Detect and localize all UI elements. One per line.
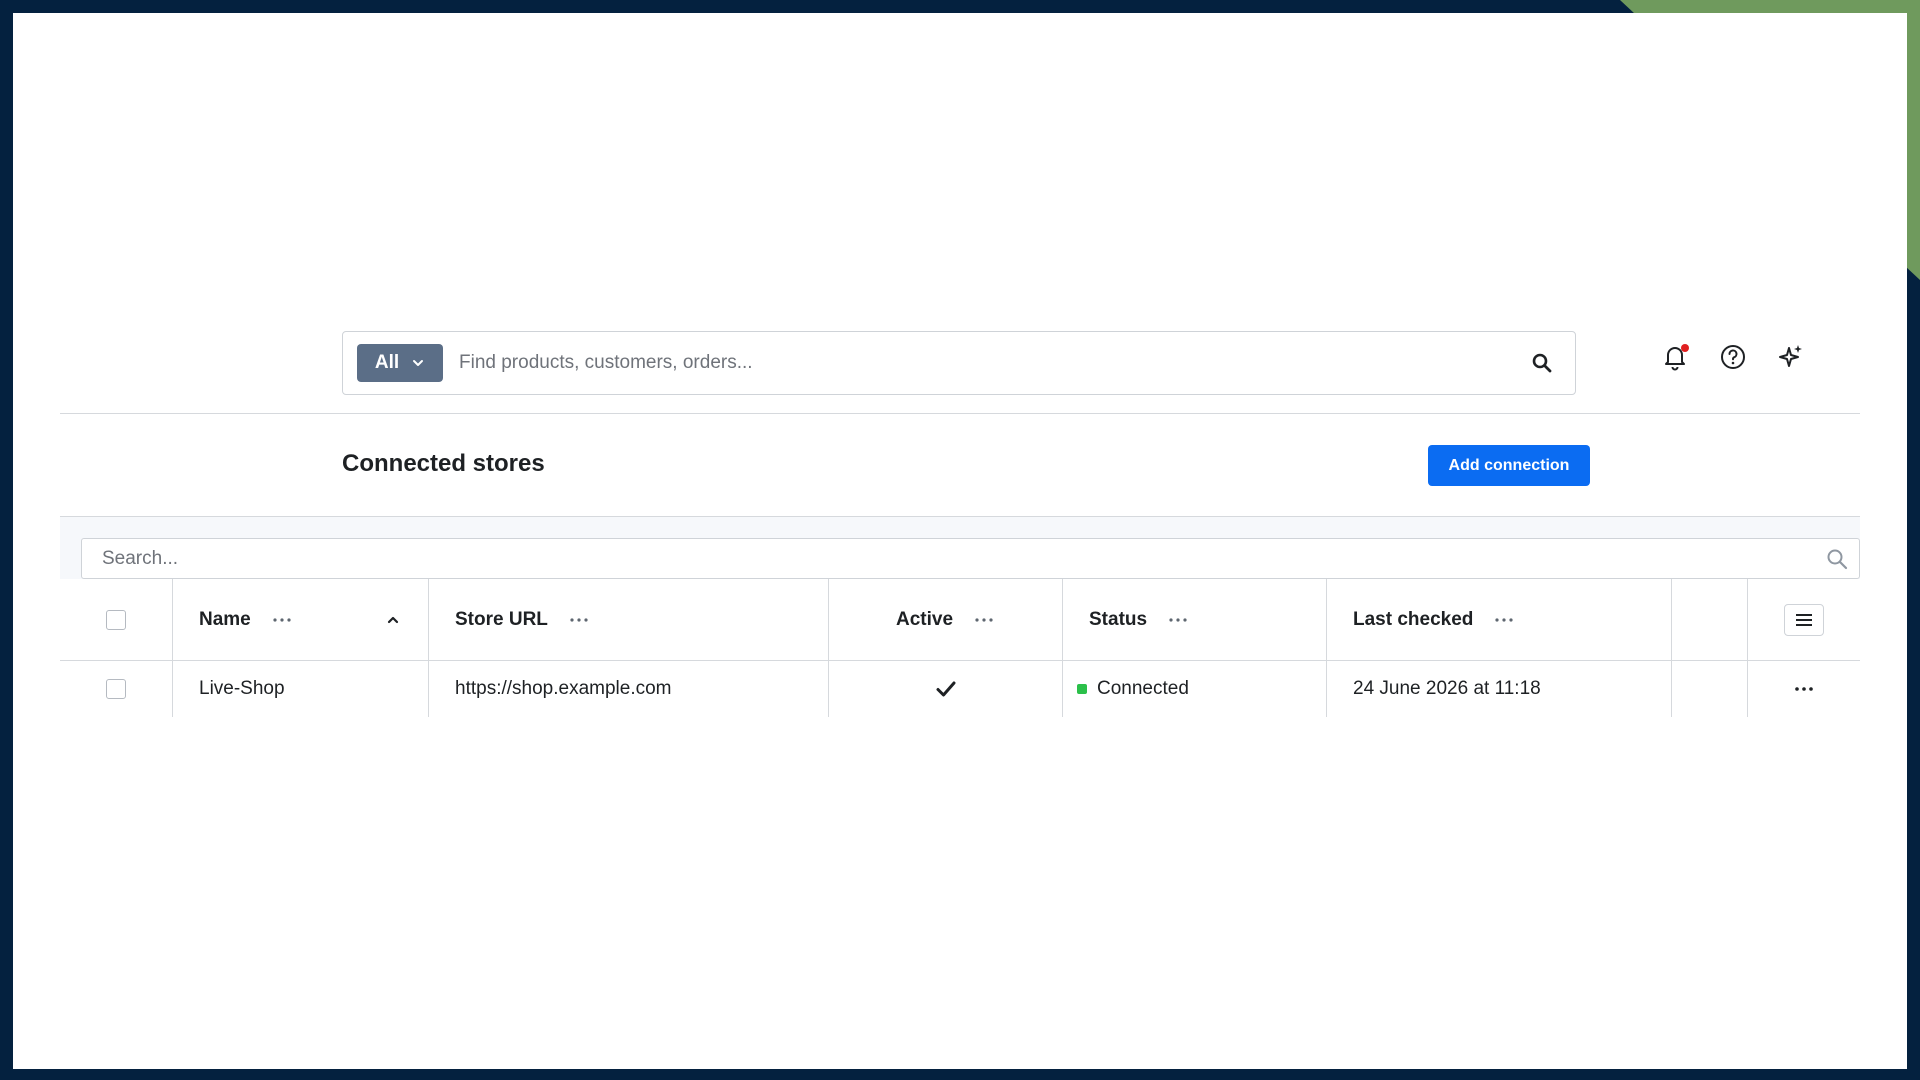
scope-select[interactable]: All (357, 344, 443, 382)
cell-spacer (1672, 661, 1748, 717)
column-options-button[interactable] (1167, 613, 1189, 627)
column-header-active[interactable]: Active (829, 579, 1063, 660)
select-all-checkbox[interactable] (106, 609, 126, 630)
cell-status: Connected (1063, 661, 1327, 717)
more-horizontal-icon (1169, 617, 1187, 622)
stores-table: Name Store URL Active Status Last checke… (60, 579, 1860, 717)
cell-last-checked: 24 June 2026 at 11:18 (1327, 661, 1672, 717)
store-name: Live-Shop (199, 678, 285, 699)
status-text: Connected (1097, 678, 1189, 699)
scope-select-value: All (374, 352, 400, 373)
more-horizontal-icon (273, 617, 291, 622)
column-header-status[interactable]: Status (1063, 579, 1327, 660)
column-label: Name (199, 608, 251, 630)
row-actions-button[interactable] (1790, 680, 1818, 698)
add-connection-button[interactable]: Add connection (1428, 445, 1590, 486)
column-label: Active (895, 608, 954, 630)
more-horizontal-icon (570, 617, 588, 622)
chevron-down-icon (413, 360, 424, 366)
global-search: All (342, 331, 1576, 395)
column-options-button[interactable] (973, 613, 995, 627)
grid-search-input[interactable] (102, 545, 1782, 573)
row-select-cell (60, 661, 173, 717)
help-button[interactable] (1718, 337, 1748, 377)
column-header-name[interactable]: Name (173, 579, 429, 660)
column-header-spacer (1672, 579, 1748, 660)
global-search-button[interactable] (1527, 348, 1557, 378)
row-checkbox[interactable] (106, 679, 126, 699)
table-row[interactable]: Live-Shop https://shop.example.com Conne… (60, 661, 1860, 717)
more-horizontal-icon (1795, 687, 1813, 691)
hamburger-menu-icon (1796, 613, 1812, 626)
status-indicator (1077, 684, 1087, 694)
top-bar: All (60, 317, 1860, 414)
column-label: Store URL (455, 608, 548, 630)
column-options-button[interactable] (271, 613, 293, 627)
notifications-button[interactable] (1660, 337, 1690, 377)
column-label: Last checked (1353, 608, 1474, 630)
cell-row-actions (1748, 661, 1860, 717)
column-options-button[interactable] (568, 613, 590, 627)
ai-assistant-button[interactable] (1776, 337, 1806, 377)
search-icon[interactable] (1825, 547, 1849, 571)
app-window: All Find products, customers, orders... … (13, 13, 1907, 1069)
help-icon (1721, 345, 1745, 369)
page-header: Connected stores Add connection (60, 414, 1860, 517)
cell-name: Live-Shop (173, 661, 429, 717)
column-header-last-checked[interactable]: Last checked (1327, 579, 1672, 660)
header-select-cell (60, 579, 173, 660)
last-checked-value: 24 June 2026 at 11:18 (1353, 678, 1541, 699)
column-header-menu (1748, 579, 1860, 660)
cell-store-url: https://shop.example.com (429, 661, 829, 717)
notification-dot (1681, 344, 1689, 352)
column-label: Status (1089, 608, 1148, 630)
grid-search (81, 538, 1860, 579)
search-icon (1532, 353, 1552, 373)
sort-ascending-icon[interactable] (386, 613, 400, 627)
sparkle-icon (1779, 345, 1802, 367)
global-search-input[interactable] (459, 344, 1499, 382)
columns-menu-button[interactable] (1784, 603, 1824, 636)
top-icons (1660, 337, 1806, 377)
page-title: Connected stores (342, 450, 545, 477)
column-header-store-url[interactable]: Store URL (429, 579, 829, 660)
column-options-button[interactable] (1493, 613, 1515, 627)
more-horizontal-icon (975, 617, 993, 622)
store-url: https://shop.example.com (455, 678, 672, 699)
stores-grid: Name Store URL (60, 517, 1860, 717)
more-horizontal-icon (1495, 617, 1514, 622)
checkmark-icon (936, 681, 955, 697)
cell-active (829, 661, 1063, 717)
table-header-row: Name Store URL Active Status Last checke… (60, 579, 1860, 661)
